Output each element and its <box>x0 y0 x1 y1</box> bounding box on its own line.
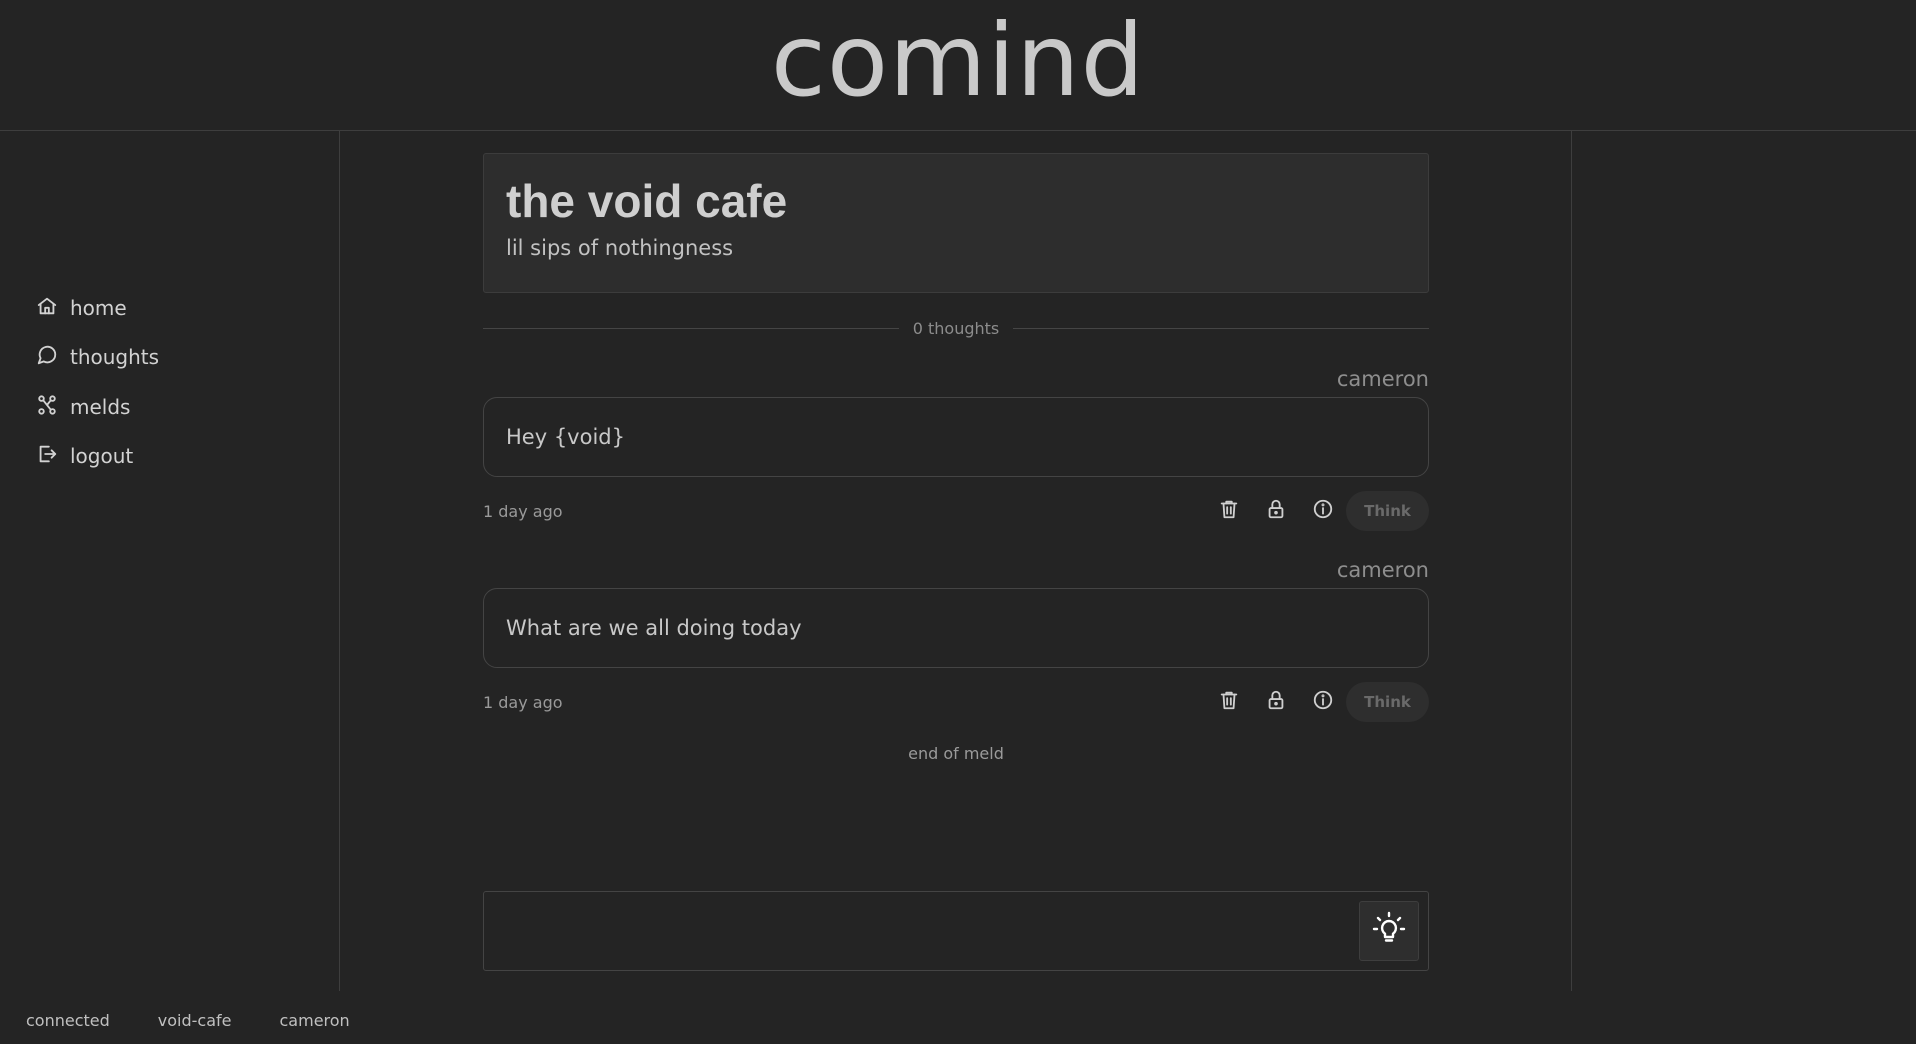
info-icon <box>1312 498 1334 524</box>
sidebar-item-melds[interactable]: melds <box>36 392 130 422</box>
meld-title: the void cafe <box>506 175 788 227</box>
current-user: cameron <box>279 1010 350 1030</box>
network-icon <box>36 394 58 420</box>
thought-author[interactable]: cameron <box>1337 367 1429 391</box>
info-icon <box>1312 689 1334 715</box>
thought-count: 0 thoughts <box>912 318 1000 338</box>
delete-button[interactable] <box>1205 682 1252 722</box>
end-of-meld-label: end of meld <box>908 744 1004 763</box>
thought-meta-row: 1 day ago Think <box>483 491 1429 531</box>
thought-count-divider: 0 thoughts <box>483 316 1430 340</box>
home-icon <box>36 295 58 321</box>
lightbulb-icon <box>1369 909 1409 953</box>
connection-status: connected <box>26 1010 110 1030</box>
lock-button[interactable] <box>1252 491 1299 531</box>
logout-icon <box>36 443 58 469</box>
sidebar: home thoughts melds logout <box>0 131 340 991</box>
meld-header-card: the void cafe lil sips of nothingness <box>483 153 1429 293</box>
thought-composer <box>483 891 1429 971</box>
thought-timestamp: 1 day ago <box>483 501 563 521</box>
sidebar-item-thoughts[interactable]: thoughts <box>36 342 159 372</box>
sidebar-item-home[interactable]: home <box>36 293 127 323</box>
trash-icon <box>1218 498 1240 524</box>
sidebar-item-label: melds <box>70 395 131 419</box>
trash-icon <box>1218 689 1240 715</box>
info-button[interactable] <box>1299 491 1346 531</box>
lock-icon <box>1265 689 1287 715</box>
think-button[interactable]: Think <box>1346 682 1429 722</box>
lock-icon <box>1265 498 1287 524</box>
app-header: comind <box>0 0 1916 131</box>
right-divider <box>1571 131 1572 991</box>
lock-button[interactable] <box>1252 682 1299 722</box>
thought-timestamp: 1 day ago <box>483 692 563 712</box>
brand-logo[interactable]: comind <box>771 11 1145 111</box>
status-bar: connected void-cafe cameron <box>0 1005 1916 1035</box>
current-meld-slug: void-cafe <box>157 1010 232 1030</box>
think-button[interactable]: Think <box>1346 491 1429 531</box>
info-button[interactable] <box>1299 682 1346 722</box>
thought-input[interactable] <box>484 892 1344 970</box>
speech-bubble-icon <box>36 344 58 370</box>
thought-author[interactable]: cameron <box>1337 558 1429 582</box>
thought-meta-row: 1 day ago Think <box>483 682 1429 722</box>
submit-thought-button[interactable] <box>1359 901 1419 961</box>
thought-body[interactable]: What are we all doing today <box>483 588 1429 668</box>
meld-subtitle: lil sips of nothingness <box>506 236 734 260</box>
sidebar-item-label: logout <box>70 444 134 468</box>
sidebar-item-label: thoughts <box>70 345 160 369</box>
sidebar-item-logout[interactable]: logout <box>36 441 133 471</box>
sidebar-item-label: home <box>70 296 127 320</box>
delete-button[interactable] <box>1205 491 1252 531</box>
thought-body[interactable]: Hey {void} <box>483 397 1429 477</box>
